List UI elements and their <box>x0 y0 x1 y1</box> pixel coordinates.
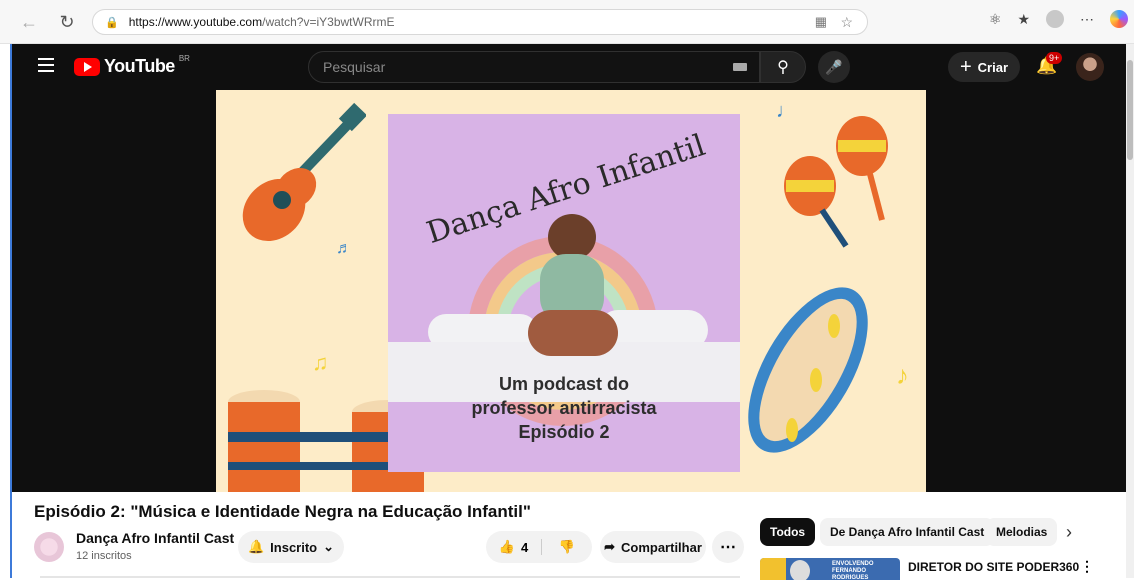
scrollbar-thumb[interactable] <box>1127 60 1133 160</box>
video-metadata: Episódio 2: "Música e Identidade Negra n… <box>12 492 1130 580</box>
more-menu-icon[interactable]: ⋯ <box>1080 11 1094 28</box>
back-arrow-icon[interactable]: ← <box>16 9 42 35</box>
subscribed-label: Inscrito <box>270 539 318 555</box>
reader-view-icon[interactable]: ▦ <box>815 14 827 30</box>
copilot-icon[interactable] <box>1110 10 1128 28</box>
cover-subtitle: Um podcast do professor antirracista Epi… <box>388 372 740 444</box>
youtube-topbar: YouTube BR Pesquisar ⚲ 🎤 + Criar 🔔 9+ <box>12 44 1130 90</box>
thumb-caption: ENVOLVENDO FERNANDO RODRIGUES <box>832 561 900 580</box>
music-note-icon: ♫ <box>312 350 329 375</box>
bell-icon: 🔔 <box>247 539 265 554</box>
baby-illustration <box>528 214 618 364</box>
more-actions-button[interactable]: ⋯ <box>712 531 744 563</box>
logo-text: YouTube <box>104 56 175 76</box>
address-bar[interactable]: 🔒 https://www.youtube.com/watch?v=iY3bwt… <box>92 9 868 35</box>
dislike-button[interactable]: 👎 <box>542 539 592 555</box>
subscribed-button[interactable]: 🔔 Inscrito ⌄ <box>238 531 344 563</box>
favorite-star-icon[interactable]: ☆ <box>840 14 853 31</box>
maracas-illustration <box>784 116 888 248</box>
music-note-icon: ♬ <box>336 240 352 257</box>
profile-avatar[interactable] <box>1046 10 1064 28</box>
thumbs-down-icon: 👎 <box>558 539 576 554</box>
share-button[interactable]: ➦ Compartilhar <box>600 531 706 563</box>
favorites-list-icon[interactable]: ★ <box>1017 11 1030 28</box>
recommended-video-thumbnail[interactable]: ENVOLVENDO FERNANDO RODRIGUES <box>760 558 900 580</box>
channel-avatar[interactable] <box>34 532 64 562</box>
microphone-icon: 🎤 <box>825 58 843 75</box>
like-button[interactable]: 👍 4 <box>486 539 542 555</box>
extensions-icon[interactable]: ⚛ <box>989 11 1002 28</box>
chip-channel[interactable]: De Dança Afro Infantil Cast <box>820 518 995 546</box>
thumb-caption-line1: ENVOLVENDO <box>832 561 874 567</box>
thumb-face <box>790 560 810 580</box>
logo-region: BR <box>178 54 190 63</box>
tambourine-illustration <box>748 287 868 453</box>
hamburger-menu-icon[interactable] <box>38 58 54 72</box>
recommended-video-title[interactable]: DIRETOR DO SITE PODER360 <box>908 560 1079 574</box>
page-scrollbar[interactable] <box>1126 44 1134 578</box>
url-path: /watch?v=iY3bwtWRrmE <box>262 15 395 29</box>
chevron-right-icon[interactable]: › <box>1066 522 1072 543</box>
chevron-down-icon: ⌄ <box>323 539 335 554</box>
cover-subtitle-line1: Um podcast do <box>498 374 629 394</box>
browser-toolbar: ← ↻ 🔒 https://www.youtube.com/watch?v=iY… <box>0 0 1134 44</box>
keyboard-icon[interactable] <box>733 63 747 71</box>
youtube-page: YouTube BR Pesquisar ⚲ 🎤 + Criar 🔔 9+ ♬ … <box>10 44 1130 580</box>
create-button[interactable]: + Criar <box>948 52 1020 82</box>
thumb-yellow-block <box>760 558 786 580</box>
baby-legs <box>528 310 618 356</box>
video-player[interactable]: ♬ ♫ ♩ ♫ ♪ Dança Afro Infantil Um podcast… <box>12 90 1130 492</box>
share-arrow-icon: ➦ <box>604 539 615 554</box>
browser-actions: ⚛ ★ ⋯ <box>989 10 1128 28</box>
subscriber-count: 12 inscritos <box>76 550 132 562</box>
thumbs-up-icon: 👍 <box>498 539 515 554</box>
lock-icon: 🔒 <box>105 16 119 29</box>
music-note-icon: ♪ <box>896 360 909 390</box>
music-note-icon: ♩ <box>776 100 796 122</box>
more-dots-icon: ⋯ <box>720 539 736 556</box>
user-avatar[interactable] <box>1076 53 1104 81</box>
search-placeholder: Pesquisar <box>323 59 386 75</box>
notification-badge: 9+ <box>1046 52 1063 64</box>
cover-subtitle-line3: Episódio 2 <box>518 422 610 442</box>
search-icon: ⚲ <box>777 59 789 76</box>
guitar-illustration <box>242 102 366 242</box>
share-label: Compartilhar <box>621 539 702 555</box>
channel-name[interactable]: Dança Afro Infantil Cast <box>76 530 234 546</box>
like-count: 4 <box>520 539 529 555</box>
youtube-play-logo-icon <box>74 57 100 76</box>
create-label: Criar <box>977 59 1009 75</box>
recommended-more-icon[interactable]: ⋮ <box>1080 558 1094 575</box>
url-host: https://www.youtube.com <box>128 15 263 29</box>
youtube-logo[interactable]: YouTube BR <box>74 54 190 77</box>
chip-melodias[interactable]: Melodias <box>986 518 1058 546</box>
podcast-cover-panel: Dança Afro Infantil Um podcast do profes… <box>388 114 740 472</box>
plus-icon: + <box>959 55 972 78</box>
video-title: Episódio 2: "Música e Identidade Negra n… <box>34 502 531 521</box>
refresh-icon[interactable]: ↻ <box>54 9 80 35</box>
voice-search-button[interactable]: 🎤 <box>818 51 850 83</box>
cover-subtitle-line2: professor antirracista <box>471 398 657 418</box>
search-input[interactable]: Pesquisar <box>308 51 760 83</box>
thumb-caption-line2: FERNANDO RODRIGUES <box>832 568 869 580</box>
video-thumbnail[interactable]: ♬ ♫ ♩ ♫ ♪ Dança Afro Infantil Um podcast… <box>216 90 926 492</box>
search-button[interactable]: ⚲ <box>760 51 806 83</box>
chip-todos[interactable]: Todos <box>760 518 816 546</box>
like-dislike-group: 👍 4 👎 <box>486 531 592 563</box>
